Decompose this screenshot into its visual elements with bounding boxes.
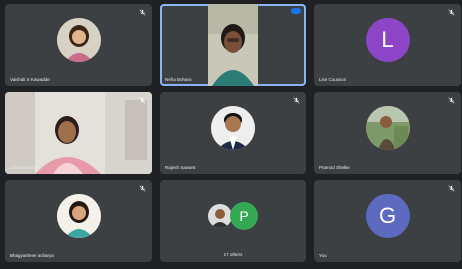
participant-tile[interactable]: Vaishali S Kawadde	[5, 4, 152, 86]
participant-tile[interactable]: Bhagyashree acharya	[5, 180, 152, 262]
others-count: 17 others	[223, 252, 243, 257]
mic-off-icon	[448, 9, 455, 16]
participant-tile[interactable]: Rajesh Sawant	[160, 92, 306, 174]
participant-tile[interactable]: Lise Cousson	[5, 92, 152, 174]
others-tile[interactable]: P 17 others	[160, 180, 306, 262]
camera-feed	[5, 92, 152, 174]
participant-name: Neha Bohara	[165, 77, 192, 82]
participant-name: Bhagyashree acharya	[10, 253, 54, 258]
participant-name: Lise Cousson	[10, 165, 38, 170]
speaking-indicator-icon	[291, 8, 301, 14]
mic-off-icon	[448, 97, 455, 104]
avatar	[56, 18, 101, 63]
mic-off-icon	[139, 97, 146, 104]
avatar-man-icon	[211, 106, 255, 151]
participant-name: Vaishali S Kawadde	[10, 77, 50, 82]
others-avatars: P	[208, 202, 258, 231]
participant-name: Lise Cousson	[319, 77, 347, 82]
avatar: G	[365, 194, 410, 239]
camera-feed	[208, 4, 258, 86]
participant-grid: Vaishali S Kawadde Neha Bohara L Lise Co…	[5, 4, 461, 262]
self-tile[interactable]: G You	[314, 180, 461, 262]
mic-off-icon	[139, 9, 146, 16]
avatar-outdoor-icon	[365, 106, 410, 151]
participant-tile-speaking[interactable]: Neha Bohara	[160, 4, 306, 86]
avatar: P	[230, 202, 258, 231]
avatar	[365, 106, 410, 151]
participant-name: Pramod Shelke	[319, 165, 350, 170]
mic-off-icon	[293, 97, 300, 104]
avatar-woman-icon	[56, 18, 101, 63]
avatar	[56, 194, 101, 239]
avatar-man-icon	[208, 204, 232, 229]
participant-tile[interactable]: L Lise Cousson	[314, 4, 461, 86]
avatar-woman-icon	[56, 194, 101, 239]
avatar	[208, 204, 232, 229]
participant-tile[interactable]: Pramod Shelke	[314, 92, 461, 174]
mic-off-icon	[448, 185, 455, 192]
mic-off-icon	[139, 185, 146, 192]
avatar	[211, 106, 255, 151]
participant-name: Rajesh Sawant	[165, 165, 196, 170]
participant-name: You	[319, 253, 327, 258]
avatar: L	[365, 18, 410, 63]
